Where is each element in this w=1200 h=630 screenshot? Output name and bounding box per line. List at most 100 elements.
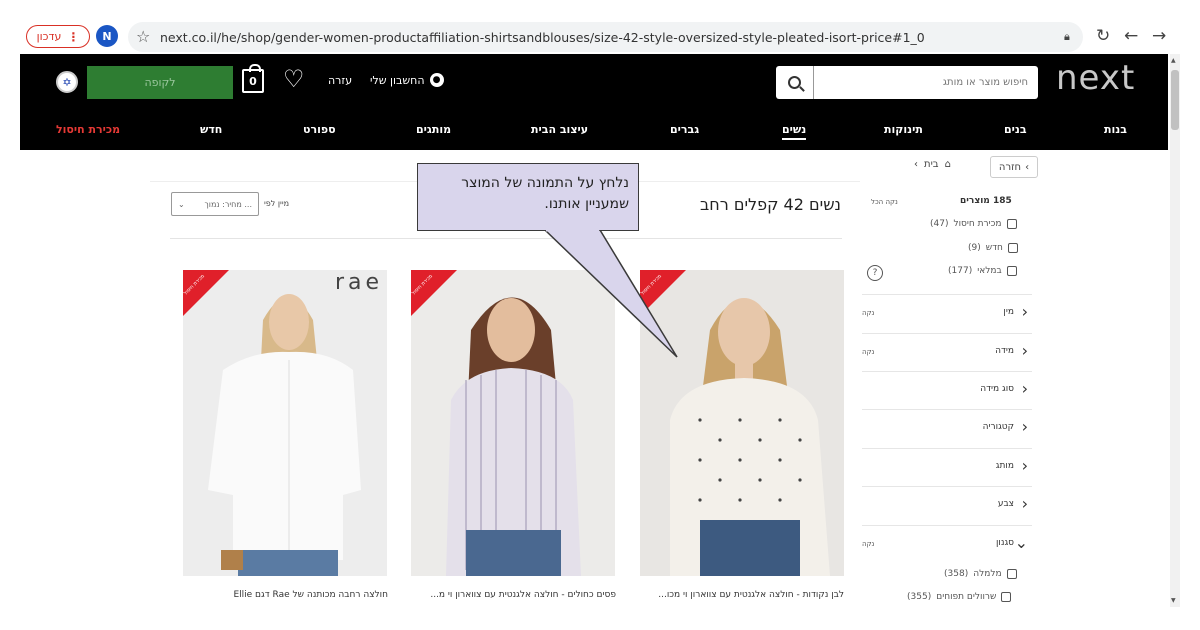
search-input[interactable] (818, 70, 1028, 95)
product-card[interactable]: מכירת חיסול rae (183, 270, 387, 576)
filter-section-size-type[interactable]: › סוג מידה (862, 371, 1032, 409)
callout-line: שמעניין אותנו. (544, 196, 629, 212)
forward-arrow-icon[interactable]: → (1152, 26, 1166, 46)
filter-section-brand[interactable]: › מותג (862, 448, 1032, 486)
scroll-down-icon[interactable]: ▼ (1171, 597, 1176, 604)
filter-sale-checkbox[interactable]: מכירת חיסול (47) (930, 219, 1017, 229)
chevron-right-icon: › (1021, 456, 1028, 475)
scroll-up-icon[interactable]: ▲ (1171, 57, 1176, 64)
heart-icon[interactable]: ♡ (283, 67, 305, 91)
checkbox[interactable] (1001, 592, 1012, 602)
filter-section-label: מין (1003, 307, 1014, 317)
page-title: נשים 42 קפלים רחב (700, 195, 841, 214)
help-link[interactable]: עזרה (328, 74, 352, 87)
filter-count: (358) (944, 569, 969, 579)
profile-avatar[interactable]: N (96, 25, 118, 47)
filter-count: (9) (968, 243, 981, 253)
chevron-right-icon: › (1021, 417, 1028, 436)
checkbox[interactable] (1006, 569, 1017, 579)
help-icon[interactable]: ? (867, 265, 883, 281)
filter-label: שרוולים תפוחים (936, 592, 997, 602)
callout-pointer (543, 230, 678, 358)
filter-new-checkbox[interactable]: חדש (9) (968, 243, 1018, 253)
page-scrollbar[interactable] (1170, 54, 1180, 607)
filter-section-style[interactable]: ⌄ סגנון נקה (862, 525, 1032, 563)
account-link[interactable]: החשבון שלי ● (370, 73, 444, 87)
filter-instock-checkbox[interactable]: במלאי (177) (948, 266, 1017, 276)
nav-boys[interactable]: בנים (1004, 123, 1027, 136)
filter-section-color[interactable]: › צבע (862, 486, 1032, 524)
nav-sale[interactable]: מכירת חיסול (56, 123, 120, 136)
nav-women[interactable]: נשים (782, 123, 807, 140)
account-label: החשבון שלי (370, 73, 425, 87)
breadcrumb: ‹ בית ⌂ (914, 159, 951, 170)
chevron-right-icon: › (1021, 341, 1028, 360)
bookmark-star-icon[interactable]: ☆ (136, 27, 150, 46)
home-icon[interactable]: ⌂ (945, 159, 951, 170)
filter-section-label: קטגוריה (982, 422, 1014, 432)
chevron-right-icon: › (1021, 302, 1028, 321)
rae-brand-logo: rae (334, 270, 383, 295)
breadcrumb-home[interactable]: בית (924, 159, 939, 170)
nav-sport[interactable]: ספורט (303, 123, 336, 136)
callout-line: נלחץ על התמונה של המוצר (461, 175, 629, 191)
user-icon: ● (429, 73, 444, 87)
filter-section-size[interactable]: › מידה נקה (862, 333, 1032, 371)
update-label: עדכון (36, 30, 62, 43)
chevron-down-icon: ⌄ (178, 199, 185, 209)
filter-clear-link[interactable]: נקה (862, 348, 874, 356)
sort-value: מחיר: נמוך ... (204, 199, 253, 209)
back-button[interactable]: חזרה ‹ (990, 156, 1038, 178)
israel-flag-icon[interactable]: ✡ (56, 71, 78, 93)
filter-style-ruffle[interactable]: מלמלה (358) (944, 569, 1017, 579)
filter-label: מכירת חיסול (953, 219, 1002, 229)
back-label: חזרה (998, 161, 1022, 173)
url-text[interactable]: next.co.il/he/shop/gender-women-producta… (160, 30, 925, 45)
nav-men[interactable]: גברים (670, 123, 699, 136)
chevron-left-icon: ‹ (1025, 161, 1030, 173)
filter-section-label: מותג (995, 461, 1014, 471)
lock-icon[interactable]: 🔒︎ (1064, 30, 1070, 44)
reload-icon[interactable]: ↻ (1096, 26, 1110, 46)
nav-brands[interactable]: מותגים (416, 123, 451, 136)
scrollbar-thumb[interactable] (1171, 70, 1179, 130)
filter-label: מלמלה (973, 569, 1002, 579)
nav-babies[interactable]: תינוקות (884, 123, 923, 136)
nav-girls[interactable]: בנות (1104, 123, 1127, 136)
filter-count: (177) (948, 266, 973, 276)
checkbox[interactable] (1006, 266, 1017, 276)
nav-home[interactable]: עיצוב הבית (531, 123, 588, 136)
callout-text: נלחץ על התמונה של המוצר שמעניין אותנו. (417, 173, 629, 215)
chevron-right-icon: › (1021, 494, 1028, 513)
product-title[interactable]: חולצה רחבה מכותנה של Rae דגם Ellie (178, 590, 388, 600)
search-button[interactable] (776, 66, 814, 99)
filter-label: במלאי (977, 266, 1002, 276)
clear-all-link[interactable]: נקה הכל (871, 198, 898, 206)
nav-new[interactable]: חדש (200, 123, 222, 136)
filter-section-gender[interactable]: › מין נקה (862, 294, 1032, 332)
back-arrow-icon[interactable]: ← (1124, 26, 1138, 46)
filter-count: (355) (907, 592, 932, 602)
shopping-bag-icon[interactable]: 0 (242, 64, 264, 93)
result-count: 185 מוצרים (960, 196, 1012, 206)
kebab-icon: ⋮ (67, 29, 80, 44)
chevron-down-icon: ⌄ (1014, 533, 1028, 552)
product-title[interactable]: לבן נקודות - חולצה אלגנטית עם צווארון וי… (634, 590, 844, 600)
sort-dropdown[interactable]: ⌄ מחיר: נמוך ... (171, 192, 259, 216)
checkbox[interactable] (1006, 219, 1017, 229)
divider (170, 238, 842, 239)
checkbox[interactable] (1007, 243, 1018, 253)
next-logo[interactable]: next (1056, 58, 1135, 98)
product-title[interactable]: פסים כחולים - חולצה אלגנטית עם צווארון ו… (406, 590, 616, 600)
browser-update-button[interactable]: עדכון ⋮ (26, 25, 90, 48)
filter-section-label: סגנון (995, 538, 1014, 548)
filter-section-label: מידה (995, 346, 1014, 356)
search-icon (788, 76, 801, 89)
filter-label: חדש (985, 243, 1003, 253)
filter-clear-link[interactable]: נקה (862, 540, 874, 548)
filter-count: (47) (930, 219, 949, 229)
checkout-button[interactable]: לקופה (87, 66, 233, 99)
filter-clear-link[interactable]: נקה (862, 309, 874, 317)
filter-section-category[interactable]: › קטגוריה (862, 409, 1032, 447)
filter-style-puff-sleeve[interactable]: שרוולים תפוחים (355) (907, 592, 1012, 602)
